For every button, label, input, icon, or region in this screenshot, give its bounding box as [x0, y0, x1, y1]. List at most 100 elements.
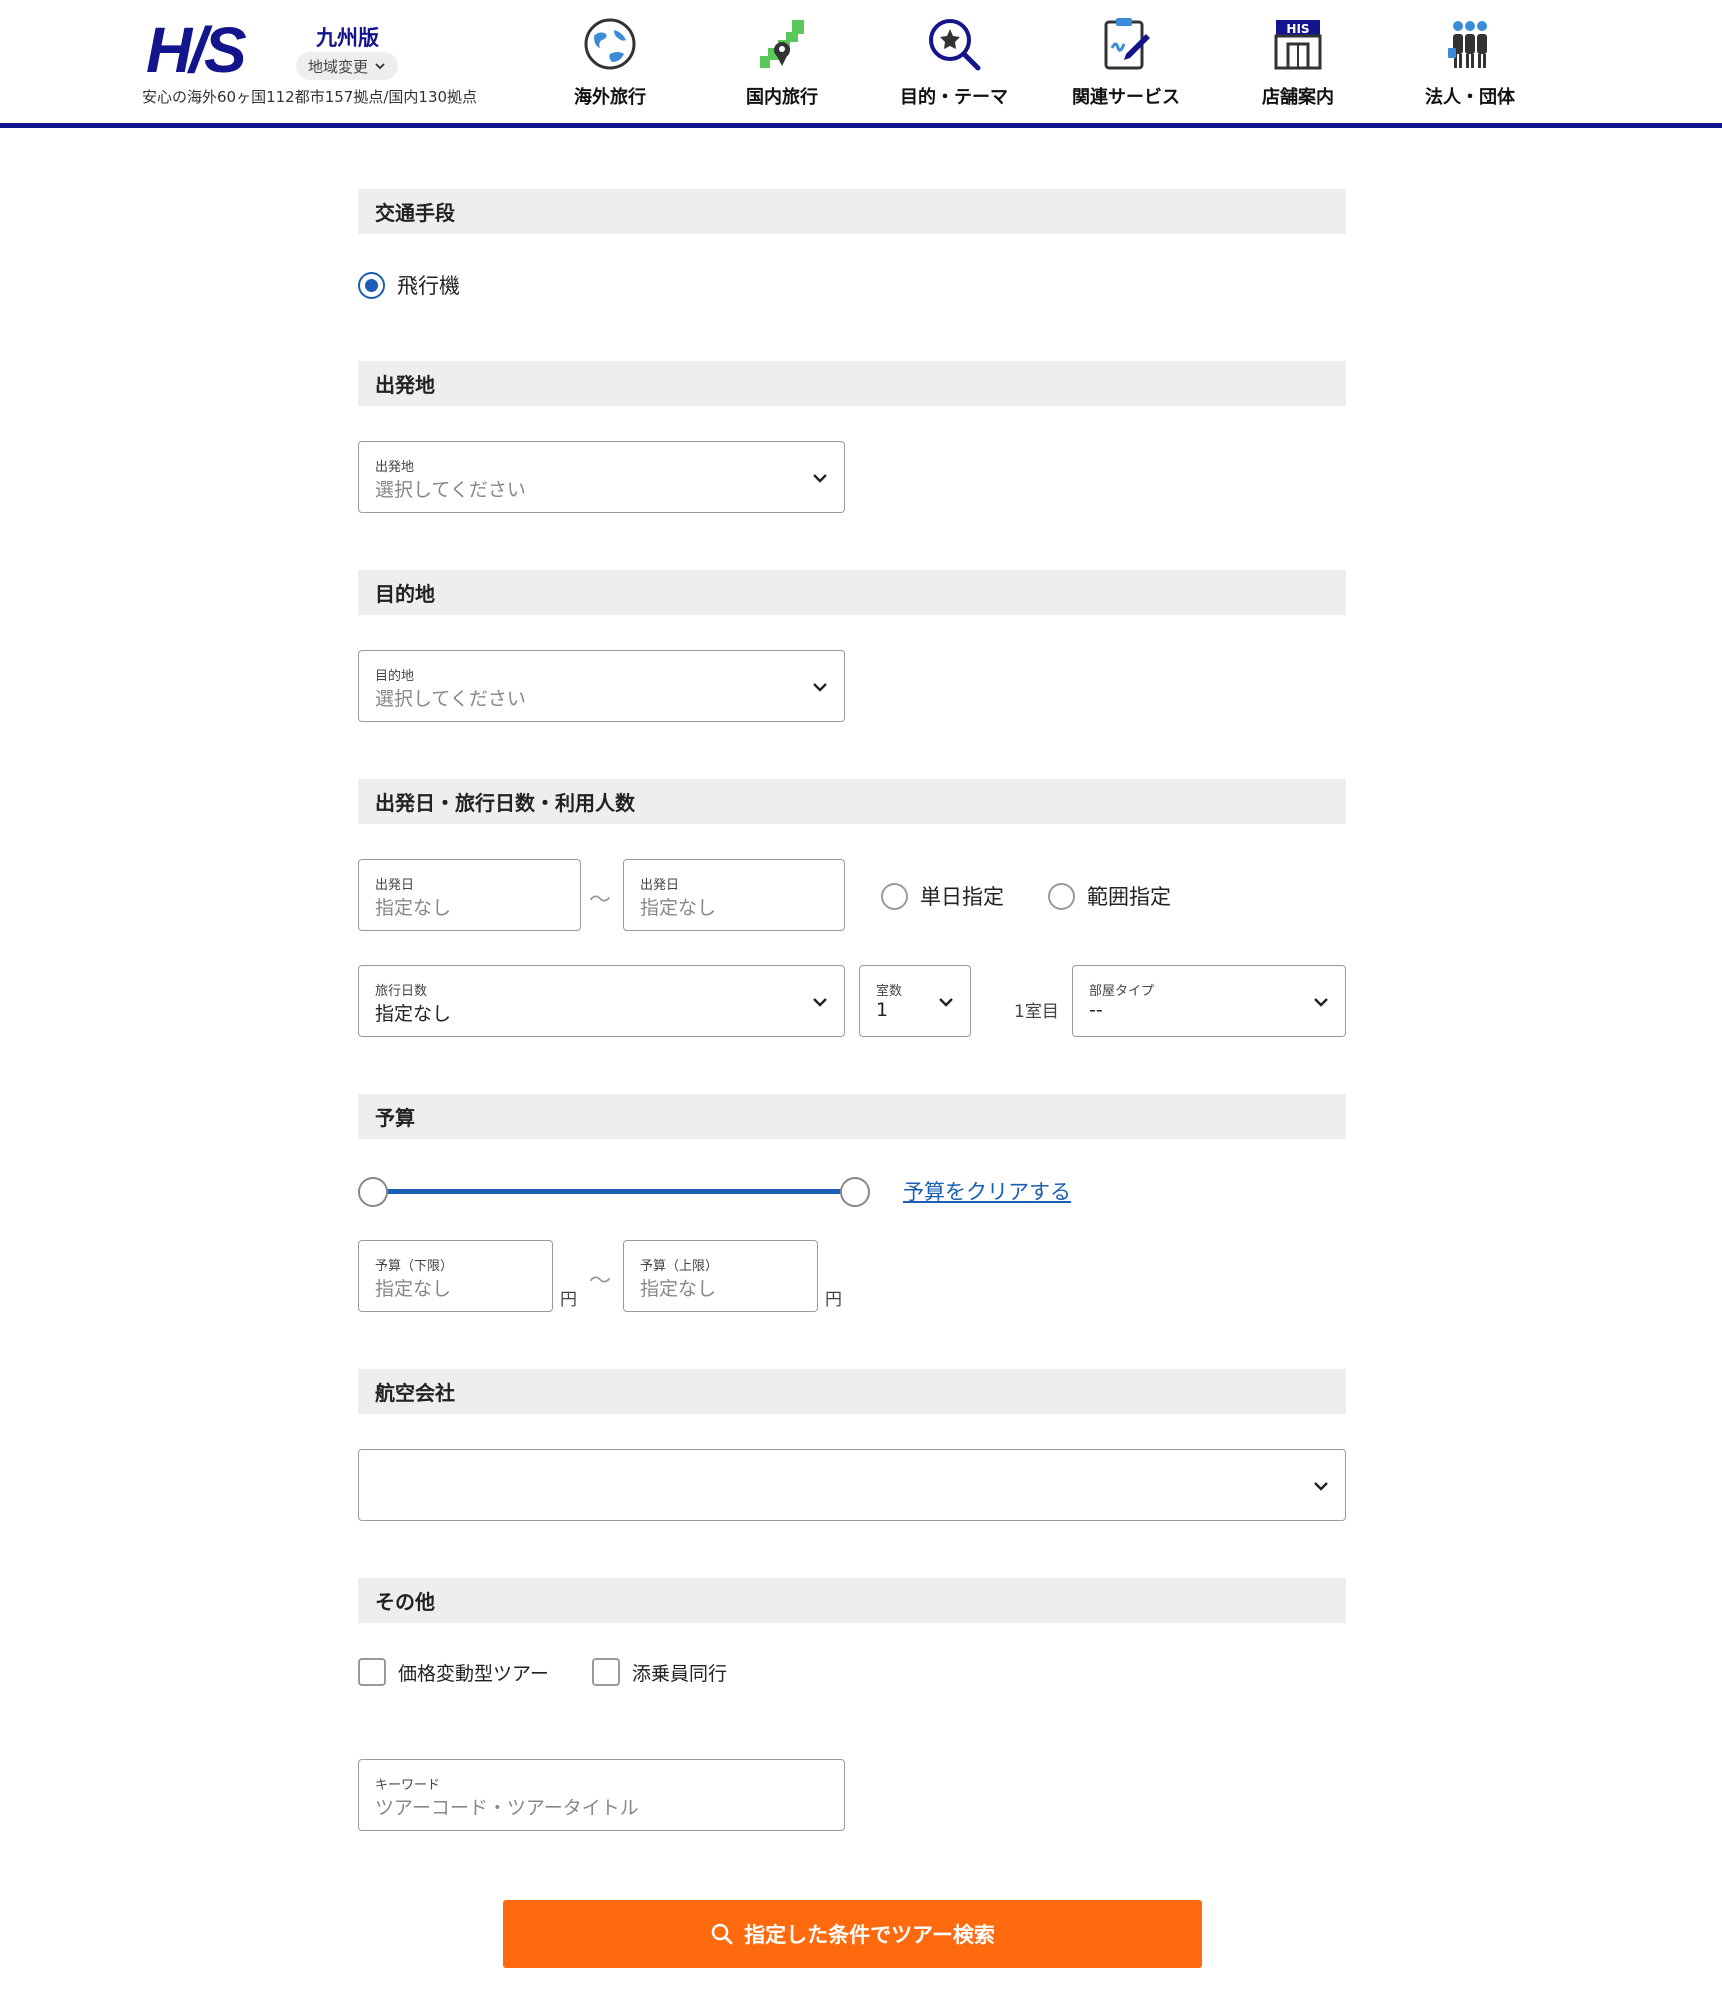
date-to-label: 出発日: [640, 878, 680, 893]
nav-label-theme: 目的・テーマ: [900, 87, 1008, 108]
nav-label-corporate: 法人・団体: [1425, 87, 1515, 108]
section-dates-title: 出発日・旅行日数・利用人数: [358, 779, 1346, 824]
room-type-select[interactable]: 部屋タイプ --: [1072, 965, 1346, 1037]
nav-item-domestic[interactable]: 国内旅行: [696, 14, 868, 109]
radio-single-day[interactable]: [881, 882, 908, 910]
region-change-label: 地域変更: [308, 57, 369, 76]
nav-item-services[interactable]: 関連サービス: [1040, 14, 1212, 109]
departure-select-value: 選択してください: [375, 479, 526, 501]
nav-label-overseas: 海外旅行: [574, 87, 646, 108]
nav-label-services: 関連サービス: [1072, 87, 1180, 108]
departure-date-from-input[interactable]: 出発日 指定なし: [358, 859, 581, 931]
room-type-value: --: [1089, 999, 1103, 1021]
japan-map-icon: [760, 20, 804, 68]
checkbox-tour-conductor[interactable]: 添乗員同行: [592, 1658, 727, 1686]
budget-slider-track[interactable]: [372, 1189, 854, 1194]
rooms-value: 1: [876, 999, 889, 1021]
region-name: 九州版: [316, 26, 379, 50]
radio-single-day-label: 単日指定: [920, 885, 1004, 909]
search-icon: [711, 1923, 733, 1945]
section-airline-title: 航空会社: [358, 1369, 1346, 1414]
airline-select[interactable]: [358, 1449, 1346, 1521]
radio-range[interactable]: [1048, 882, 1075, 910]
travel-days-select[interactable]: 旅行日数 指定なし: [358, 965, 845, 1037]
budget-max-yen: 円: [825, 1290, 842, 1310]
destination-select-label: 目的地: [375, 669, 415, 684]
tour-search-button-label: 指定した条件でツアー検索: [744, 1923, 995, 1947]
chevron-down-icon: [813, 474, 827, 483]
checkbox-dynamic-price-label: 価格変動型ツアー: [398, 1662, 549, 1685]
nav-label-stores: 店舗案内: [1262, 87, 1334, 108]
nav-item-theme[interactable]: 目的・テーマ: [868, 14, 1040, 109]
transport-option-airplane[interactable]: 飛行機: [358, 270, 460, 300]
site-header: H/S 九州版 地域変更 安心の海外60ヶ国112都市157拠点/国内130拠点…: [0, 0, 1722, 128]
section-departure-title: 出発地: [358, 361, 1346, 406]
departure-date-to-input[interactable]: 出発日 指定なし: [623, 859, 845, 931]
budget-max-input[interactable]: 予算（上限） 指定なし: [623, 1240, 818, 1312]
budget-min-value: 指定なし: [375, 1278, 452, 1300]
budget-slider-min-handle[interactable]: [358, 1177, 388, 1207]
global-nav: 海外旅行 国内旅行 目的・テーマ 関連サービス HIS 店舗案内 法人・団体: [524, 14, 1556, 109]
radio-airplane-label: 飛行機: [397, 274, 460, 298]
keyword-input[interactable]: キーワード ツアーコード・ツアータイトル: [358, 1759, 845, 1831]
checkbox-dynamic-price[interactable]: [358, 1658, 386, 1686]
nav-item-overseas[interactable]: 海外旅行: [524, 14, 696, 109]
tagline: 安心の海外60ヶ国112都市157拠点/国内130拠点: [142, 88, 478, 106]
rooms-label: 室数: [876, 984, 903, 999]
departure-select-label: 出発地: [375, 460, 415, 475]
date-range-tilde: ～: [589, 888, 612, 913]
checkbox-conductor[interactable]: [592, 1658, 620, 1686]
budget-min-yen: 円: [560, 1290, 577, 1310]
magnifier-star-icon: [929, 19, 981, 71]
departure-select[interactable]: 出発地 選択してください: [358, 441, 845, 513]
budget-slider-max-handle[interactable]: [840, 1177, 870, 1207]
date-from-value: 指定なし: [375, 897, 452, 919]
his-logo[interactable]: H/S: [146, 14, 278, 86]
keyword-label: キーワード: [375, 1778, 441, 1793]
checkbox-dynamic-price-tour[interactable]: 価格変動型ツアー: [358, 1658, 549, 1686]
destination-select-value: 選択してください: [375, 688, 526, 710]
radio-airplane[interactable]: [358, 271, 385, 299]
people-group-icon: [1448, 21, 1487, 68]
rooms-select[interactable]: 室数 1: [859, 965, 971, 1037]
budget-clear-link[interactable]: 予算をクリアする: [903, 1176, 1071, 1206]
globe-icon: [584, 18, 636, 70]
clipboard-pen-icon: [1104, 18, 1150, 70]
budget-min-label: 予算（下限）: [375, 1259, 454, 1274]
logo-text: H/S: [146, 20, 247, 78]
budget-range-tilde: ～: [589, 1269, 612, 1294]
travel-days-label: 旅行日数: [375, 984, 428, 999]
chevron-down-icon: [1314, 998, 1328, 1007]
section-budget-title: 予算: [358, 1094, 1346, 1139]
tour-search-form: 交通手段 飛行機 出発地 出発地 選択してください 目的地 目的地 選択してくだ…: [358, 189, 1346, 1831]
date-to-value: 指定なし: [640, 897, 717, 919]
store-icon: HIS: [1274, 20, 1322, 70]
radio-range-label: 範囲指定: [1087, 885, 1171, 909]
checkbox-conductor-label: 添乗員同行: [632, 1662, 728, 1685]
tour-search-button[interactable]: 指定した条件でツアー検索: [503, 1900, 1202, 1968]
nav-label-domestic: 国内旅行: [746, 87, 818, 108]
room-index-label: 1室目: [1014, 1002, 1059, 1022]
destination-select[interactable]: 目的地 選択してください: [358, 650, 845, 722]
chevron-down-icon: [1314, 1482, 1328, 1491]
section-destination-title: 目的地: [358, 570, 1346, 615]
budget-max-value: 指定なし: [640, 1278, 717, 1300]
budget-min-input[interactable]: 予算（下限） 指定なし: [358, 1240, 553, 1312]
room-type-label: 部屋タイプ: [1089, 984, 1155, 999]
chevron-down-icon: [375, 63, 385, 70]
chevron-down-icon: [813, 998, 827, 1007]
keyword-placeholder: ツアーコード・ツアータイトル: [375, 1797, 639, 1819]
store-badge-text: HIS: [1286, 22, 1309, 36]
nav-item-stores[interactable]: HIS 店舗案内: [1212, 14, 1384, 109]
single-day-option[interactable]: 単日指定: [881, 881, 1004, 911]
chevron-down-icon: [813, 683, 827, 692]
range-option[interactable]: 範囲指定: [1048, 881, 1171, 911]
section-transport-title: 交通手段: [358, 189, 1346, 234]
section-other-title: その他: [358, 1578, 1346, 1623]
travel-days-value: 指定なし: [375, 1003, 452, 1025]
chevron-down-icon: [939, 998, 953, 1007]
budget-max-label: 予算（上限）: [640, 1259, 719, 1274]
region-change-button[interactable]: 地域変更: [296, 52, 399, 80]
date-from-label: 出発日: [375, 878, 415, 893]
nav-item-corporate[interactable]: 法人・団体: [1384, 14, 1556, 109]
